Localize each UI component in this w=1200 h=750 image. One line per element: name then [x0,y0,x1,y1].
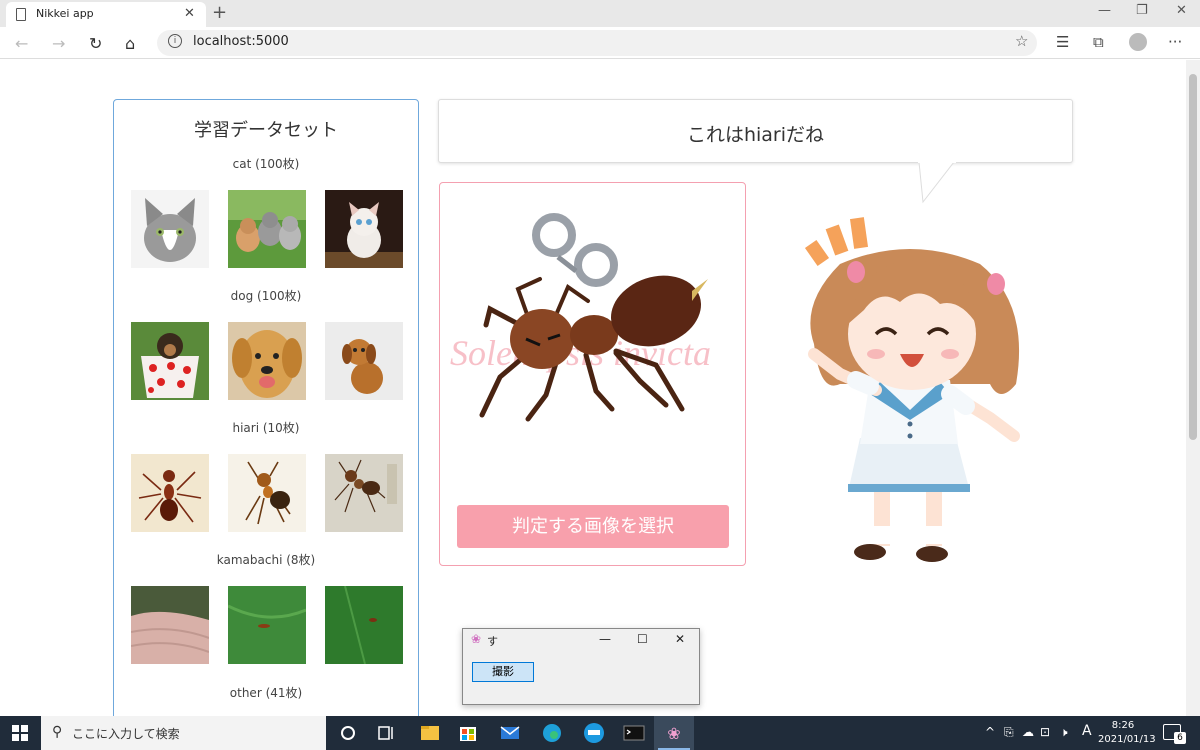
info-icon[interactable]: i [168,34,182,48]
show-hidden-icons-icon[interactable]: ^ [985,725,995,739]
browser-tab[interactable]: Nikkei app ✕ [6,2,206,27]
kamabachi-image-1 [131,586,209,664]
mail-icon[interactable] [490,716,530,750]
capture-window: ❀ す — ☐ ✕ 撮影 [462,628,700,705]
edge-browser-icon[interactable] [532,716,572,750]
cat-image-3 [325,190,403,268]
result-text: これはhiariだね [686,124,825,146]
character-illustration [804,217,1020,562]
tab-title: Nikkei app [36,7,94,20]
cortana-icon[interactable] [328,716,368,750]
forward-icon[interactable]: → [52,34,65,53]
category-label-other: other (41枚) [229,686,303,700]
dataset-panel: 学習データセット cat (100枚) dog (100枚) hiari (10… [113,99,419,724]
system-clock[interactable]: 8:26 2021/01/13 [1098,719,1156,747]
category-label-hiari: hiari (10枚) [232,421,300,435]
cat-image-1 [131,190,209,268]
category-label-cat: cat (100枚) [232,157,300,171]
page-icon [16,8,26,21]
minimize-icon[interactable]: — [1098,3,1111,18]
tab-strip: Nikkei app ✕ + — ❐ ✕ [0,0,1200,27]
cat-image-2 [228,190,306,268]
speech-bubble-tail [918,162,956,204]
docker-icon[interactable] [574,716,614,750]
task-view-icon[interactable] [366,716,406,750]
address-bar[interactable]: i localhost:5000 ☆ [157,30,1037,56]
kamabachi-image-2 [228,586,306,664]
meet-now-icon[interactable]: ⎘ [1004,725,1014,740]
favorites-icon[interactable]: ☰ [1056,33,1069,51]
ime-mode-indicator[interactable]: A [1082,723,1092,739]
dog-image-1 [131,322,209,400]
svg-text:❀: ❀ [667,724,680,743]
clock-date: 2021/01/13 [1098,734,1156,745]
url-text[interactable]: localhost:5000 [193,34,289,49]
kamabachi-image-3 [325,586,403,664]
speech-bubble: これはhiariだね [438,99,1073,163]
maximize-icon[interactable]: ☐ [637,632,648,646]
close-window-icon[interactable]: ✕ [1176,3,1187,18]
restore-icon[interactable]: ❐ [1136,3,1148,18]
network-icon[interactable]: ⊡ [1040,725,1050,739]
collections-icon[interactable]: ⧉ [1093,33,1104,51]
clock-time: 8:26 [1111,720,1135,731]
home-icon[interactable]: ⌂ [125,34,135,53]
taskbar-search-box[interactable]: ⚲ ここに入力して検索 [41,716,326,750]
search-icon: ⚲ [52,724,63,740]
close-tab-icon[interactable]: ✕ [184,6,195,21]
volume-icon[interactable]: 🕨 [1060,725,1068,740]
close-icon[interactable]: ✕ [675,632,685,646]
store-icon[interactable] [448,716,488,750]
hiari-image-2 [228,454,306,532]
scrollbar-thumb[interactable] [1189,74,1197,440]
category-label-dog: dog (100枚) [230,289,302,303]
app-flower-icon: ❀ [471,632,482,646]
taskbar: ⚲ ここに入力して検索 ❀ ^ ⎘ ☁ ⊡ 🕨 A 8:26 2021/01/1… [0,716,1200,750]
back-icon[interactable]: ← [15,34,28,53]
onedrive-icon[interactable]: ☁ [1022,725,1034,739]
shoot-button[interactable]: 撮影 [472,662,534,682]
category-label-kamabachi: kamabachi (8枚) [216,553,316,567]
reload-icon[interactable]: ↻ [89,34,102,53]
notification-count-badge: 6 [1174,732,1186,744]
terminal-icon[interactable] [614,716,654,750]
more-menu-icon[interactable]: ··· [1168,33,1182,51]
windows-start-icon[interactable] [12,725,28,741]
profile-avatar[interactable] [1129,33,1147,51]
hiari-image-1 [131,454,209,532]
hiari-image-3 [325,454,403,532]
minimize-icon[interactable]: — [599,632,611,646]
search-placeholder: ここに入力して検索 [72,727,180,741]
dog-image-2 [228,322,306,400]
capture-app-icon[interactable]: ❀ [654,716,694,750]
dog-image-3 [325,322,403,400]
new-tab-icon[interactable]: + [212,2,227,23]
favorite-star-icon[interactable]: ☆ [1015,32,1028,50]
selected-image: Solenopsis invicta [450,213,711,422]
window-title: す [487,635,498,648]
file-explorer-icon[interactable] [410,716,450,750]
select-image-button[interactable]: 判定する画像を選択 [457,505,729,548]
browser-toolbar: ← → ↻ ⌂ i localhost:5000 ☆ ☰ ⧉ ··· [0,27,1200,59]
dataset-title: 学習データセット [194,120,338,141]
